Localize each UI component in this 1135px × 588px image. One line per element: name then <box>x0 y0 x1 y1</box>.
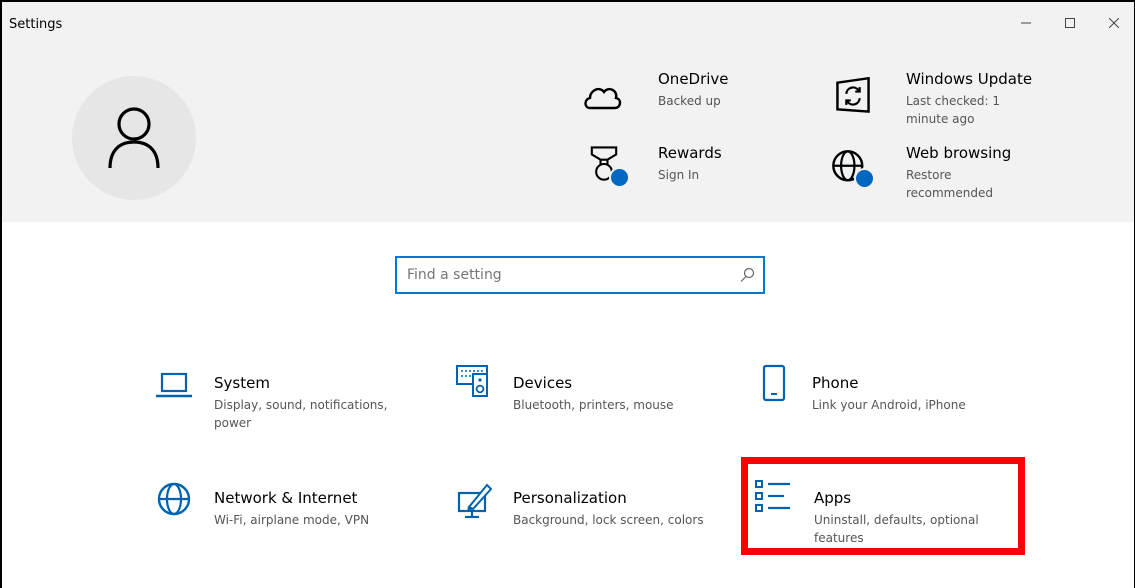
update-icon <box>836 76 870 113</box>
laptop-icon <box>156 372 192 398</box>
web-browsing-item[interactable]: Web browsing Restore recommended <box>830 140 1050 204</box>
windows-update-title: Windows Update <box>906 70 1033 88</box>
cloud-icon <box>584 87 622 110</box>
window-title: Settings <box>9 17 63 32</box>
maximize-icon <box>1065 18 1075 28</box>
close-button[interactable] <box>1094 8 1134 38</box>
tile-system-title: System <box>214 374 270 392</box>
tile-devices[interactable]: Devices Bluetooth, printers, mouse <box>451 365 741 450</box>
account-header: OneDrive Backed up Windows Update Last c… <box>2 46 1134 222</box>
search-input[interactable] <box>407 263 727 287</box>
tile-personalization[interactable]: Personalization Background, lock screen,… <box>451 483 741 565</box>
globe-icon <box>157 482 191 516</box>
tile-devices-title: Devices <box>513 374 573 392</box>
person-icon <box>108 107 160 169</box>
search-icon[interactable] <box>739 267 755 283</box>
tile-network-internet[interactable]: Network & Internet Wi-Fi, airplane mode,… <box>152 482 442 565</box>
tile-personalization-title: Personalization <box>513 489 627 507</box>
tile-devices-subtitle: Bluetooth, printers, mouse <box>513 398 674 412</box>
onedrive-status: Backed up <box>658 94 721 108</box>
rewards-title: Rewards <box>658 144 722 162</box>
tile-system[interactable]: System Display, sound, notifications, po… <box>152 370 442 450</box>
keyboard-speaker-icon <box>456 365 488 397</box>
rewards-badge <box>609 167 630 188</box>
rewards-status: Sign In <box>658 168 700 182</box>
tile-network-title: Network & Internet <box>214 489 358 507</box>
highlight-box <box>741 457 1025 555</box>
web-browsing-status: Restore recommended <box>906 168 993 200</box>
avatar[interactable] <box>72 76 196 200</box>
onedrive-item[interactable]: OneDrive Backed up <box>582 66 802 126</box>
tile-personalization-subtitle: Background, lock screen, colors <box>513 513 704 527</box>
tile-phone[interactable]: Phone Link your Android, iPhone <box>750 364 1040 450</box>
tile-network-subtitle: Wi-Fi, airplane mode, VPN <box>214 513 370 527</box>
windows-update-status: Last checked: 1 minute ago <box>906 94 1001 126</box>
maximize-button[interactable] <box>1050 8 1090 38</box>
onedrive-title: OneDrive <box>658 70 729 88</box>
title-bar: Settings <box>2 2 1134 46</box>
tile-phone-title: Phone <box>812 374 859 392</box>
paint-brush-icon <box>457 483 493 519</box>
phone-icon <box>762 364 786 402</box>
rewards-item[interactable]: Rewards Sign In <box>582 140 802 200</box>
tile-system-subtitle: Display, sound, notifications, power <box>214 398 388 430</box>
minimize-icon <box>1021 22 1031 24</box>
tile-phone-subtitle: Link your Android, iPhone <box>812 398 966 412</box>
web-browsing-title: Web browsing <box>906 144 1012 162</box>
web-browsing-badge <box>854 168 875 189</box>
search-box[interactable] <box>395 256 765 294</box>
windows-update-item[interactable]: Windows Update Last checked: 1 minute ag… <box>830 66 1050 130</box>
minimize-button[interactable] <box>1006 8 1046 38</box>
close-icon <box>1109 18 1119 28</box>
